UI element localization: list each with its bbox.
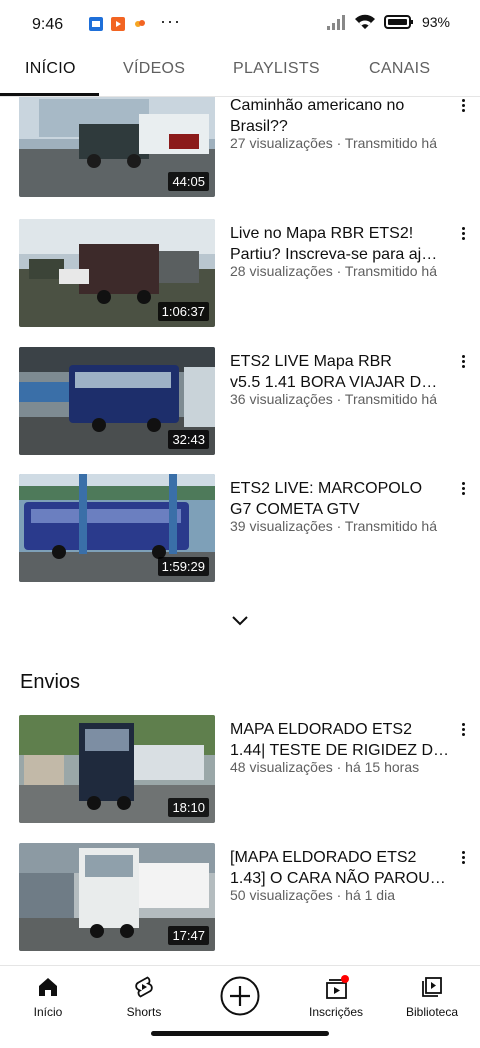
nav-label: Shorts	[126, 1005, 162, 1019]
video-menu-icon[interactable]	[456, 225, 470, 245]
battery-icon	[383, 15, 413, 29]
notification-icon	[89, 17, 103, 31]
create-icon	[220, 976, 260, 1016]
status-right: 93%	[326, 14, 450, 30]
tab-videos[interactable]: VÍDEOS	[123, 60, 185, 78]
bottom-navigation: Início Shorts Inscrições Biblioteca	[0, 965, 480, 1027]
video-thumbnail[interactable]: 44:05	[19, 97, 215, 197]
video-menu-icon[interactable]	[456, 97, 470, 117]
video-title[interactable]: Caminhão americano no Brasil??	[230, 97, 452, 137]
video-duration: 32:43	[168, 430, 209, 449]
video-item[interactable]: 1:06:37 Live no Mapa RBR ETS2! Partiu? I…	[0, 219, 480, 329]
video-title-line: v5.5 1.41 BORA VIAJAR D…	[230, 374, 438, 391]
battery-percent: 93%	[421, 14, 450, 30]
video-thumbnail[interactable]: 1:06:37	[19, 219, 215, 327]
video-duration: 18:10	[168, 798, 209, 817]
shorts-icon	[135, 976, 153, 998]
status-time: 9:46	[32, 16, 64, 33]
video-duration: 1:06:37	[157, 302, 209, 321]
video-title[interactable]: ETS2 LIVE Mapa RBR v5.5 1.41 BORA VIAJAR…	[230, 351, 452, 393]
chevron-down-icon[interactable]	[228, 610, 252, 632]
nav-label: Inscrições	[308, 1005, 364, 1019]
video-title[interactable]: MAPA ELDORADO ETS2 1.44| TESTE DE RIGIDE…	[230, 719, 452, 761]
video-duration: 17:47	[168, 926, 209, 945]
library-icon	[422, 977, 442, 997]
youtube-notification-icon	[111, 17, 125, 31]
video-title[interactable]: ETS2 LIVE: MARCOPOLO G7 COMETA GTV	[230, 478, 452, 520]
video-title[interactable]: Live no Mapa RBR ETS2! Partiu? Inscreva-…	[230, 223, 452, 265]
video-duration: 1:59:29	[157, 557, 209, 576]
video-title-line: Brasil??	[230, 118, 288, 135]
video-meta: 50 visualizações · há 1 dia	[230, 887, 395, 903]
nav-create[interactable]	[192, 966, 288, 1028]
section-title-uploads: Envios	[20, 671, 81, 693]
status-bar: 9:46 ··· 93%	[0, 0, 480, 50]
video-title-line: Partiu? Inscreva-se para aj…	[230, 246, 438, 263]
nav-shorts[interactable]: Shorts	[96, 966, 192, 1028]
video-title-line: ETS2 LIVE: MARCOPOLO	[230, 480, 423, 497]
video-item[interactable]: 44:05 Caminhão americano no Brasil?? 27 …	[0, 97, 480, 207]
tab-inicio[interactable]: INÍCIO	[25, 60, 76, 78]
video-menu-icon[interactable]	[456, 353, 470, 373]
subscriptions-icon	[326, 975, 349, 999]
tab-playlists[interactable]: PLAYLISTS	[233, 60, 320, 78]
channel-tabs: INÍCIO VÍDEOS PLAYLISTS CANAIS	[0, 50, 480, 96]
video-title-line: [MAPA ELDORADO ETS2	[230, 849, 417, 866]
nav-inscricoes[interactable]: Inscrições	[288, 966, 384, 1028]
video-title-line: 1.44| TESTE DE RIGIDEZ D…	[230, 742, 450, 759]
youtube-channel-screen: 9:46 ··· 93% INÍCIO VÍDEOS PLAYLISTS CAN…	[0, 0, 480, 1048]
video-meta: 36 visualizações · Transmitido há	[230, 391, 437, 407]
video-meta: 28 visualizações · Transmitido há	[230, 263, 437, 279]
video-menu-icon[interactable]	[456, 849, 470, 869]
more-notifications-icon: ···	[160, 11, 181, 31]
nav-label: Início	[33, 1005, 63, 1019]
video-menu-icon[interactable]	[456, 721, 470, 741]
video-thumbnail[interactable]: 32:43	[19, 347, 215, 455]
video-item[interactable]: 32:43 ETS2 LIVE Mapa RBR v5.5 1.41 BORA …	[0, 347, 480, 457]
video-title-line: ETS2 LIVE Mapa RBR	[230, 353, 392, 370]
wifi-icon	[354, 14, 375, 29]
video-title-line: 1.43] O CARA NÃO PAROU…	[230, 870, 446, 887]
video-meta: 39 visualizações · Transmitido há	[230, 518, 437, 534]
video-title-line: Live no Mapa RBR ETS2!	[230, 225, 414, 242]
app-notification-icon	[133, 17, 147, 31]
nav-label: Biblioteca	[405, 1005, 459, 1019]
video-title-line: MAPA ELDORADO ETS2	[230, 721, 412, 738]
video-thumbnail[interactable]: 1:59:29	[19, 474, 215, 582]
home-gesture-bar[interactable]	[151, 1031, 329, 1036]
tab-canais[interactable]: CANAIS	[369, 60, 430, 78]
video-title-line: Caminhão americano no	[230, 97, 405, 114]
video-meta: 27 visualizações · Transmitido há	[230, 135, 437, 151]
channel-feed[interactable]: 44:05 Caminhão americano no Brasil?? 27 …	[0, 97, 480, 965]
video-item[interactable]: 18:10 MAPA ELDORADO ETS2 1.44| TESTE DE …	[0, 715, 480, 825]
video-menu-icon[interactable]	[456, 480, 470, 500]
video-duration: 44:05	[168, 172, 209, 191]
video-meta: 48 visualizações · há 15 horas	[230, 759, 420, 775]
video-item[interactable]: 17:47 [MAPA ELDORADO ETS2 1.43] O CARA N…	[0, 843, 480, 953]
video-item[interactable]: 1:59:29 ETS2 LIVE: MARCOPOLO G7 COMETA G…	[0, 474, 480, 584]
nav-inicio[interactable]: Início	[0, 966, 96, 1028]
video-title-line: G7 COMETA GTV	[230, 501, 360, 518]
video-title[interactable]: [MAPA ELDORADO ETS2 1.43] O CARA NÃO PAR…	[230, 847, 452, 889]
signal-icon	[326, 15, 345, 30]
home-icon	[39, 978, 57, 996]
video-thumbnail[interactable]: 18:10	[19, 715, 215, 823]
video-thumbnail[interactable]: 17:47	[19, 843, 215, 951]
nav-biblioteca[interactable]: Biblioteca	[384, 966, 480, 1028]
